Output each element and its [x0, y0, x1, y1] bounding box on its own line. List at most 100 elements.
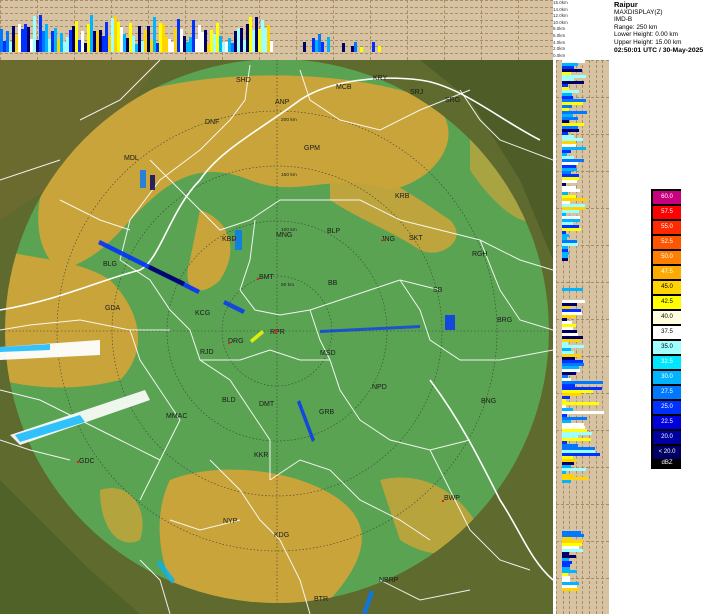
station-anp: ANP	[275, 99, 290, 106]
legend-level-3: 52.5	[653, 236, 681, 249]
top-grid-line	[407, 0, 408, 60]
legend-level-5: 47.5	[653, 266, 681, 279]
station-nbrp: NBRP	[379, 577, 399, 584]
top-grid-line	[518, 0, 519, 60]
height-label-1: 14.0km	[553, 6, 568, 12]
station-bng: BNG	[481, 398, 496, 405]
station-bld: BLD	[222, 397, 236, 404]
height-scale: 15.0km 14.0km 12.0km 10.0km 8.0km 6.0km 4.0km 2…	[553, 0, 611, 60]
station-sb: SB	[433, 287, 443, 294]
lower-height-text: Lower Height: 0.00 km	[614, 31, 678, 39]
station-nyp: NYP	[223, 518, 238, 525]
legend-level-12: 30.0	[653, 371, 681, 384]
range-text: Range: 250 km	[614, 23, 658, 31]
height-label-7: 2.0km	[553, 46, 566, 52]
station-dmt: DMT	[259, 401, 275, 408]
side-echo-row	[562, 402, 599, 405]
timestamp: 02:50:01 UTC / 30-May-2025	[614, 46, 704, 54]
legend-level-4: 50.0	[653, 251, 681, 264]
ring-label-150: 150 km	[281, 172, 297, 178]
station-shd: SHD	[236, 77, 251, 84]
station-skt: SKT	[409, 235, 423, 242]
side-grid-line	[595, 60, 597, 614]
station-srg: SRG	[445, 97, 460, 104]
dbz-color-legend: < 20.0 20.0 22.5 25.0 27.5 30.0 32.5 35.0 37.5 40…	[651, 189, 681, 469]
agency-name: IMD-B	[614, 16, 633, 24]
top-grid-line	[0, 13, 553, 15]
ring-label-50: 50 km	[281, 282, 294, 288]
station-mdl: MDL	[124, 155, 139, 162]
side-echo-row	[562, 258, 569, 261]
station-kry: KRY	[373, 75, 388, 82]
top-grid-line	[333, 0, 334, 60]
legend-level-14: 25.0	[653, 401, 681, 414]
station-kdg: KDG	[274, 532, 289, 539]
legend-unit: dBZ	[661, 460, 673, 466]
top-echo-column	[270, 41, 273, 52]
product-name: MAXDISPLAY(Z)	[614, 8, 663, 16]
side-grid-line	[556, 60, 557, 614]
height-label-3: 10.0km	[553, 19, 568, 25]
top-grid-line	[481, 0, 482, 60]
station-gda: GDA	[105, 305, 121, 312]
station-npd: NPD	[372, 384, 387, 391]
top-grid-line	[0, 0, 553, 1]
legend-level-11: 32.5	[653, 356, 681, 369]
station-bwp: BWP	[444, 495, 460, 502]
side-echo-row	[562, 411, 604, 414]
top-echo-column	[354, 41, 357, 52]
legend-level-8: 40.0	[653, 311, 681, 324]
top-grid-line	[444, 0, 445, 60]
side-grid-line	[589, 60, 590, 614]
side-grid-line	[556, 282, 609, 283]
top-echo-column	[321, 42, 324, 52]
top-grid-line	[0, 6, 553, 8]
station-dnf: DNF	[205, 119, 219, 126]
station-blp: BLP	[327, 228, 341, 235]
station-brg: BRG	[497, 317, 512, 324]
top-echo-column	[327, 36, 330, 52]
upper-height-text: Upper Height: 15.00 km	[614, 38, 682, 46]
side-grid-line	[602, 60, 604, 614]
side-grid-line	[556, 504, 609, 505]
station-grb: GRB	[319, 409, 335, 416]
legend-level-15: 22.5	[653, 416, 681, 429]
top-echo-column	[372, 41, 375, 52]
station-btr: BTR	[314, 596, 328, 603]
side-cross-section-panel	[556, 60, 609, 614]
station-mcb: MCB	[336, 84, 352, 91]
top-grid-line	[0, 19, 553, 21]
top-echo-column	[342, 42, 345, 52]
top-cross-section-panel	[0, 0, 553, 60]
station-bb: BB	[328, 280, 338, 287]
height-label-2: 12.0km	[553, 13, 568, 19]
radar-site-marker	[274, 329, 278, 333]
side-echo-row	[562, 480, 571, 483]
station-name: Raipur	[614, 0, 638, 9]
station-srj: SRJ	[410, 89, 423, 96]
legend-level-16: 20.0	[653, 431, 681, 444]
station-gpm: GPM	[304, 145, 320, 152]
station-rpr: RPR	[270, 329, 285, 336]
radar-map[interactable]: 50 km 100 km 150 km 200 km SHD ANP MCB K…	[0, 60, 553, 614]
legend-level-13: 27.5	[653, 386, 681, 399]
station-rgh: RGH	[472, 251, 488, 258]
station-krb: KRB	[395, 193, 410, 200]
legend-level-17: < 20.0	[653, 446, 681, 459]
top-echo-column	[360, 47, 363, 52]
top-grid-line	[0, 26, 553, 28]
side-echo-row	[562, 288, 584, 291]
height-label-5: 6.0km	[553, 33, 566, 38]
radar-map-canvas: 50 km 100 km 150 km 200 km SHD ANP MCB K…	[0, 60, 553, 614]
top-grid-line	[296, 0, 297, 60]
station-kcg: KCG	[195, 310, 210, 317]
legend-level-10: 35.0	[653, 341, 681, 354]
station-drg: DRG	[228, 338, 244, 345]
top-grid-line	[0, 52, 553, 54]
height-label-0: 15.0km	[553, 0, 568, 5]
legend-level-1: 57.5	[653, 206, 681, 219]
station-mmac: MMAC	[166, 413, 187, 420]
top-grid-line	[370, 0, 371, 60]
legend-level-7: 42.5	[653, 296, 681, 309]
top-echo-column	[378, 46, 381, 52]
